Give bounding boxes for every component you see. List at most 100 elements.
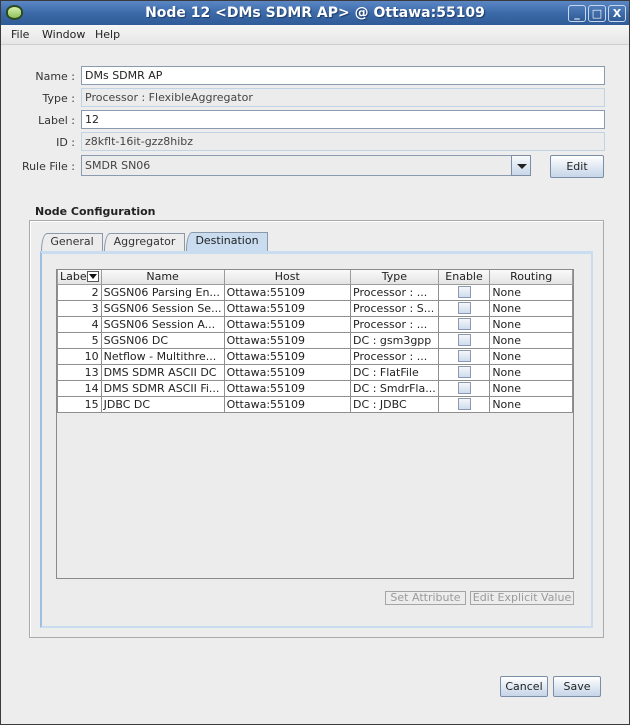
table-row[interactable]: 10 Netflow - Multithre... Ottawa:55109 Proc… bbox=[57, 347, 573, 365]
cell-label[interactable]: 13 bbox=[57, 363, 102, 381]
menu-window[interactable]: Window bbox=[42, 28, 85, 41]
enable-checkbox[interactable] bbox=[457, 334, 471, 346]
cell-host[interactable]: Ottawa:55109 bbox=[223, 331, 352, 349]
cell-type[interactable]: Processor : ... bbox=[350, 347, 439, 365]
cell-type[interactable]: DC : gsm3gpp bbox=[350, 331, 439, 349]
enable-checkbox[interactable] bbox=[457, 286, 471, 298]
cell-label[interactable]: 2 bbox=[57, 283, 102, 301]
enable-checkbox[interactable] bbox=[457, 350, 471, 362]
cell-enable[interactable] bbox=[437, 315, 491, 333]
name-label: Name : bbox=[35, 70, 75, 83]
table-row[interactable]: 5 SGSN06 DC Ottawa:55109 DC : gsm3gpp None bbox=[57, 331, 573, 349]
cell-enable[interactable] bbox=[437, 395, 491, 413]
type-field: Processor : FlexibleAggregator bbox=[81, 88, 605, 107]
node-window: Node 12 <DMs SDMR AP> @ Ottawa:55109 _ □… bbox=[0, 0, 630, 725]
cell-type[interactable]: DC : SmdrFla... bbox=[350, 379, 439, 397]
id-label: ID : bbox=[56, 136, 75, 149]
table-row[interactable]: 13 DMS SDMR ASCII DC Ottawa:55109 DC : Flat… bbox=[57, 363, 573, 381]
cell-type[interactable]: Processor : ... bbox=[350, 315, 439, 333]
cell-label[interactable]: 10 bbox=[57, 347, 102, 365]
cell-type[interactable]: Processor : ... bbox=[350, 283, 439, 301]
table-row[interactable]: 2 SGSN06 Parsing En... Ottawa:55109 Process… bbox=[57, 283, 573, 301]
cell-label[interactable]: 4 bbox=[57, 315, 102, 333]
destination-table: Label Name Host Type Enable Routing 2 SGS… bbox=[56, 269, 574, 579]
cell-name[interactable]: Netflow - Multithre... bbox=[100, 347, 225, 365]
menu-help[interactable]: Help bbox=[95, 28, 120, 41]
cell-name[interactable]: JDBC DC bbox=[100, 395, 225, 413]
cell-type[interactable]: DC : JDBC bbox=[350, 395, 439, 413]
set-attribute-button[interactable]: Set Attribute bbox=[385, 591, 466, 605]
rule-file-label: Rule File : bbox=[21, 160, 75, 173]
cell-host[interactable]: Ottawa:55109 bbox=[223, 363, 352, 381]
cell-host[interactable]: Ottawa:55109 bbox=[223, 379, 352, 397]
label-input[interactable]: 12 bbox=[81, 110, 605, 129]
table-row[interactable]: 14 DMS SDMR ASCII Fi... Ottawa:55109 DC : S… bbox=[57, 379, 573, 397]
table-row[interactable]: 15 JDBC DC Ottawa:55109 DC : JDBC None bbox=[57, 395, 573, 413]
cell-label[interactable]: 14 bbox=[57, 379, 102, 397]
maximize-button[interactable]: □ bbox=[588, 5, 606, 22]
table-row[interactable]: 3 SGSN06 Session Se... Ottawa:55109 Process… bbox=[57, 299, 573, 317]
column-header-type[interactable]: Type bbox=[350, 270, 439, 285]
enable-checkbox[interactable] bbox=[457, 382, 471, 394]
menu-file[interactable]: File bbox=[11, 28, 29, 41]
minimize-button[interactable]: _ bbox=[568, 5, 586, 22]
name-input[interactable]: DMs SDMR AP bbox=[81, 66, 605, 85]
enable-checkbox[interactable] bbox=[457, 302, 471, 314]
column-header-host[interactable]: Host bbox=[223, 270, 352, 285]
column-header-label[interactable]: Label bbox=[57, 270, 102, 285]
cell-name[interactable]: DMS SDMR ASCII Fi... bbox=[100, 379, 225, 397]
node-configuration-title: Node Configuration bbox=[35, 205, 156, 218]
column-header-name[interactable]: Name bbox=[100, 270, 225, 285]
cell-routing[interactable]: None bbox=[489, 283, 573, 301]
cell-routing[interactable]: None bbox=[489, 363, 573, 381]
tab-general[interactable]: General bbox=[41, 233, 103, 251]
cell-host[interactable]: Ottawa:55109 bbox=[223, 315, 352, 333]
column-header-routing[interactable]: Routing bbox=[489, 270, 573, 285]
chevron-down-icon[interactable] bbox=[511, 155, 531, 176]
cell-label[interactable]: 3 bbox=[57, 299, 102, 317]
enable-checkbox[interactable] bbox=[457, 398, 471, 410]
save-button[interactable]: Save bbox=[553, 676, 601, 697]
cell-enable[interactable] bbox=[437, 363, 491, 381]
edit-button[interactable]: Edit bbox=[550, 155, 604, 178]
cell-name[interactable]: SGSN06 Session Se... bbox=[100, 299, 225, 317]
tab-destination[interactable]: Destination bbox=[186, 232, 268, 251]
label-label: Label : bbox=[38, 114, 75, 127]
cell-label[interactable]: 5 bbox=[57, 331, 102, 349]
cell-routing[interactable]: None bbox=[489, 299, 573, 317]
cell-type[interactable]: Processor : S... bbox=[350, 299, 439, 317]
cell-host[interactable]: Ottawa:55109 bbox=[223, 395, 352, 413]
cell-routing[interactable]: None bbox=[489, 315, 573, 333]
cell-host[interactable]: Ottawa:55109 bbox=[223, 283, 352, 301]
cell-name[interactable]: SGSN06 Session A... bbox=[100, 315, 225, 333]
cell-enable[interactable] bbox=[437, 347, 491, 365]
cell-name[interactable]: DMS SDMR ASCII DC bbox=[100, 363, 225, 381]
cell-routing[interactable]: None bbox=[489, 379, 573, 397]
sort-dropdown-icon[interactable] bbox=[86, 271, 99, 282]
cell-name[interactable]: SGSN06 Parsing En... bbox=[100, 283, 225, 301]
cell-routing[interactable]: None bbox=[489, 331, 573, 349]
rule-file-select[interactable]: SMDR SN06 bbox=[81, 155, 512, 176]
enable-checkbox[interactable] bbox=[457, 366, 471, 378]
tab-aggregator[interactable]: Aggregator bbox=[104, 233, 185, 251]
cell-enable[interactable] bbox=[437, 331, 491, 349]
cell-enable[interactable] bbox=[437, 379, 491, 397]
cell-host[interactable]: Ottawa:55109 bbox=[223, 299, 352, 317]
title-bar[interactable]: Node 12 <DMs SDMR AP> @ Ottawa:55109 _ □… bbox=[1, 1, 629, 25]
enable-checkbox[interactable] bbox=[457, 318, 471, 330]
cell-routing[interactable]: None bbox=[489, 395, 573, 413]
cell-enable[interactable] bbox=[437, 299, 491, 317]
cell-type[interactable]: DC : FlatFile bbox=[350, 363, 439, 381]
cell-host[interactable]: Ottawa:55109 bbox=[223, 347, 352, 365]
table-row[interactable]: 4 SGSN06 Session A... Ottawa:55109 Processo… bbox=[57, 315, 573, 333]
cell-enable[interactable] bbox=[437, 283, 491, 301]
menu-bar: File Window Help bbox=[1, 25, 629, 45]
close-button[interactable]: X bbox=[608, 5, 626, 22]
cell-routing[interactable]: None bbox=[489, 347, 573, 365]
cell-name[interactable]: SGSN06 DC bbox=[100, 331, 225, 349]
edit-explicit-value-button[interactable]: Edit Explicit Value bbox=[470, 591, 574, 605]
cancel-button[interactable]: Cancel bbox=[500, 676, 548, 697]
column-header-enable[interactable]: Enable bbox=[437, 270, 491, 285]
type-label: Type : bbox=[42, 92, 75, 105]
cell-label[interactable]: 15 bbox=[57, 395, 102, 413]
